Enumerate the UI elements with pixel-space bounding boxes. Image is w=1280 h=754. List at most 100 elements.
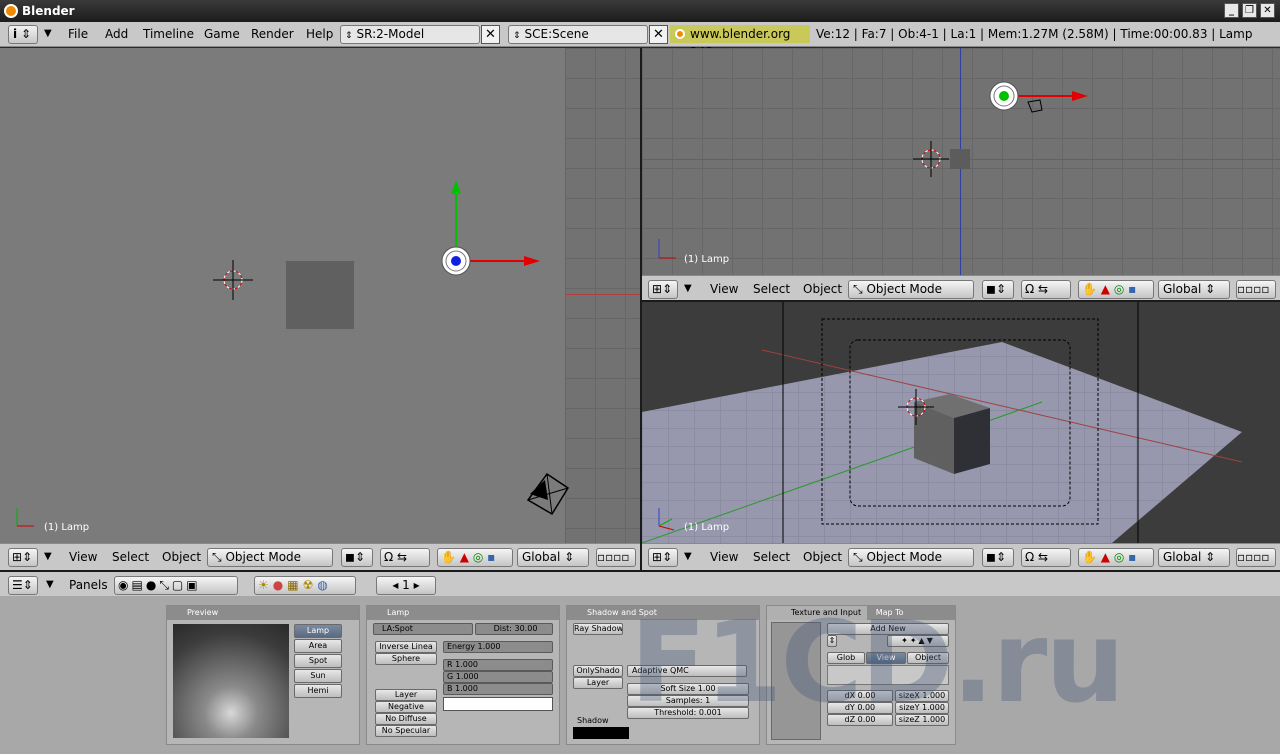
red-slider[interactable]: R 1.000 (443, 659, 553, 671)
left-draw-type-button[interactable]: ◼⇕ (341, 548, 373, 567)
lamp-name-field[interactable]: LA:Spot (373, 623, 473, 635)
collapse-menu-icon[interactable]: ▼ (44, 28, 52, 39)
br-draw-type-button[interactable]: ◼⇕ (982, 548, 1014, 567)
lamp-color-swatch[interactable] (443, 697, 553, 711)
window-title: Blender (22, 4, 75, 18)
buttons-window: Preview Lamp Area Spot Sun Hemi Lamp LA:… (0, 596, 1280, 754)
green-slider[interactable]: G 1.000 (443, 671, 553, 683)
shadow-layer-button[interactable]: Layer (573, 677, 623, 689)
tr-pivot-button[interactable]: Ω ⇆ (1021, 280, 1071, 299)
menu-help[interactable]: Help (306, 27, 333, 41)
lamp-type-area-button[interactable]: Area (294, 639, 342, 653)
tr-orientation-value: Global (1163, 282, 1202, 296)
vertical-splitter[interactable] (640, 48, 642, 570)
no-diffuse-button[interactable]: No Diffuse (375, 713, 437, 725)
delete-screen-button[interactable]: ✕ (481, 25, 500, 44)
sphere-button[interactable]: Sphere (375, 653, 437, 665)
scene-stats: Ve:12 | Fa:7 | Ob:4-1 | La:1 | Mem:1.27M… (816, 27, 1253, 41)
menu-game[interactable]: Game (204, 27, 240, 41)
viewport-camera[interactable]: (1) Lamp (642, 302, 1280, 543)
br-menu-object[interactable]: Object (803, 550, 842, 564)
radiosity-icon: ☢ (302, 578, 318, 592)
buttons-editor-type-button[interactable]: ☰⇕ (8, 576, 38, 595)
br-mode-value: Object Mode (866, 550, 943, 564)
br-manipulator-buttons[interactable]: ✋ ▲ ◎ ▪ (1078, 548, 1154, 567)
br-editor-type-button[interactable]: ⊞⇕ (648, 548, 678, 567)
br-orientation-select[interactable]: Global ⇕ (1158, 548, 1230, 567)
left-layers-buttons[interactable]: ▫▫▫▫ (596, 548, 636, 567)
preview-panel-title[interactable]: Preview (167, 606, 359, 620)
br-menu-view[interactable]: View (710, 550, 738, 564)
tr-menu-object[interactable]: Object (803, 282, 842, 296)
horizontal-splitter[interactable] (642, 300, 1280, 302)
left-orientation-select[interactable]: Global ⇕ (517, 548, 589, 567)
viewport-left[interactable]: (1) Lamp (0, 48, 640, 543)
lamp-panel-title[interactable]: Lamp (367, 606, 559, 620)
shadow-color-label: Shadow (577, 716, 609, 725)
logic-icon: ◉ (118, 578, 132, 592)
viewport-top-right[interactable]: (1) Lamp (642, 48, 1280, 275)
tr-menu-view[interactable]: View (710, 282, 738, 296)
lamp-type-spot-button[interactable]: Spot (294, 654, 342, 668)
left-menu-view[interactable]: View (69, 550, 97, 564)
left-menu-object[interactable]: Object (162, 550, 201, 564)
editor-type-button[interactable]: i ⇕ (8, 25, 38, 44)
delete-scene-button[interactable]: ✕ (649, 25, 668, 44)
scene-selector[interactable]: ⇕ SCE:Scene (508, 25, 648, 44)
editing-icon: ▢ (171, 578, 187, 592)
br-layers-buttons[interactable]: ▫▫▫▫ (1236, 548, 1276, 567)
ray-shadow-button[interactable]: Ray Shadow (573, 623, 623, 635)
layer-button[interactable]: Layer (375, 689, 437, 701)
menu-render[interactable]: Render (251, 27, 294, 41)
tr-manipulator-buttons[interactable]: ✋ ▲ ◎ ▪ (1078, 280, 1154, 299)
left-menu-select[interactable]: Select (112, 550, 149, 564)
frame-number-field[interactable]: ◂ 1 ▸ (376, 576, 436, 595)
left-collapse-icon[interactable]: ▼ (44, 551, 52, 562)
left-editor-type-button[interactable]: ⊞⇕ (8, 548, 38, 567)
tr-layers-buttons[interactable]: ▫▫▫▫ (1236, 280, 1276, 299)
blue-slider[interactable]: B 1.000 (443, 683, 553, 695)
left-manipulator-buttons[interactable]: ✋ ▲ ◎ ▪ (437, 548, 513, 567)
texture-icon: ▦ (287, 578, 303, 592)
minimize-button[interactable]: _ (1224, 3, 1239, 18)
left-pivot-button[interactable]: Ω ⇆ (380, 548, 430, 567)
lamp-type-sun-button[interactable]: Sun (294, 669, 342, 683)
energy-slider[interactable]: Energy 1.000 (443, 641, 553, 653)
br-collapse-icon[interactable]: ▼ (684, 551, 692, 562)
lamp-type-lamp-button[interactable]: Lamp (294, 624, 342, 638)
br-mode-select[interactable]: ⤡ Object Mode (848, 548, 974, 567)
buttons-collapse-icon[interactable]: ▼ (46, 579, 54, 590)
shading-subcontext-buttons[interactable]: ☀●▦☢◍ (254, 576, 356, 595)
tr-menu-select[interactable]: Select (753, 282, 790, 296)
tr-orientation-select[interactable]: Global ⇕ (1158, 280, 1230, 299)
tr-collapse-icon[interactable]: ▼ (684, 283, 692, 294)
screen-selector[interactable]: ⇕ SR:2-Model (340, 25, 480, 44)
br-menu-select[interactable]: Select (753, 550, 790, 564)
object-icon: ⤡ (159, 578, 172, 592)
tr-mode-select[interactable]: ⤡ Object Mode (848, 280, 974, 299)
lamp-type-hemi-button[interactable]: Hemi (294, 684, 342, 698)
lamp-dist-field[interactable]: Dist: 30.00 (475, 623, 553, 635)
negative-button[interactable]: Negative (375, 701, 437, 713)
close-window-button[interactable]: ✕ (1260, 3, 1275, 18)
shadow-color-swatch[interactable] (573, 727, 629, 739)
tr-editor-type-button[interactable]: ⊞⇕ (648, 280, 678, 299)
menu-timeline[interactable]: Timeline (143, 27, 194, 41)
blender-site-link[interactable]: www.blender.org 248 (670, 25, 810, 59)
context-buttons[interactable]: ◉▤●⤡▢▣ (114, 576, 238, 595)
no-specular-button[interactable]: No Specular (375, 725, 437, 737)
left-mode-select[interactable]: ⤡ Object Mode (207, 548, 333, 567)
menu-file[interactable]: File (68, 27, 88, 41)
inverse-linear-button[interactable]: Inverse Linea (375, 641, 437, 653)
pivot-icon: Ω (1025, 282, 1035, 296)
menu-add[interactable]: Add (105, 27, 128, 41)
only-shadow-button[interactable]: OnlyShado (573, 665, 623, 677)
tr-draw-type-button[interactable]: ◼⇕ (982, 280, 1014, 299)
br-pivot-button[interactable]: Ω ⇆ (1021, 548, 1071, 567)
blender-small-logo-icon (675, 29, 685, 39)
left-orientation-value: Global (522, 550, 561, 564)
maximize-button[interactable]: ❐ (1242, 3, 1257, 18)
shading-icon: ● (145, 578, 160, 592)
viewport-camera-scene (642, 302, 1243, 543)
viewport-top-right-scene (658, 81, 1088, 259)
